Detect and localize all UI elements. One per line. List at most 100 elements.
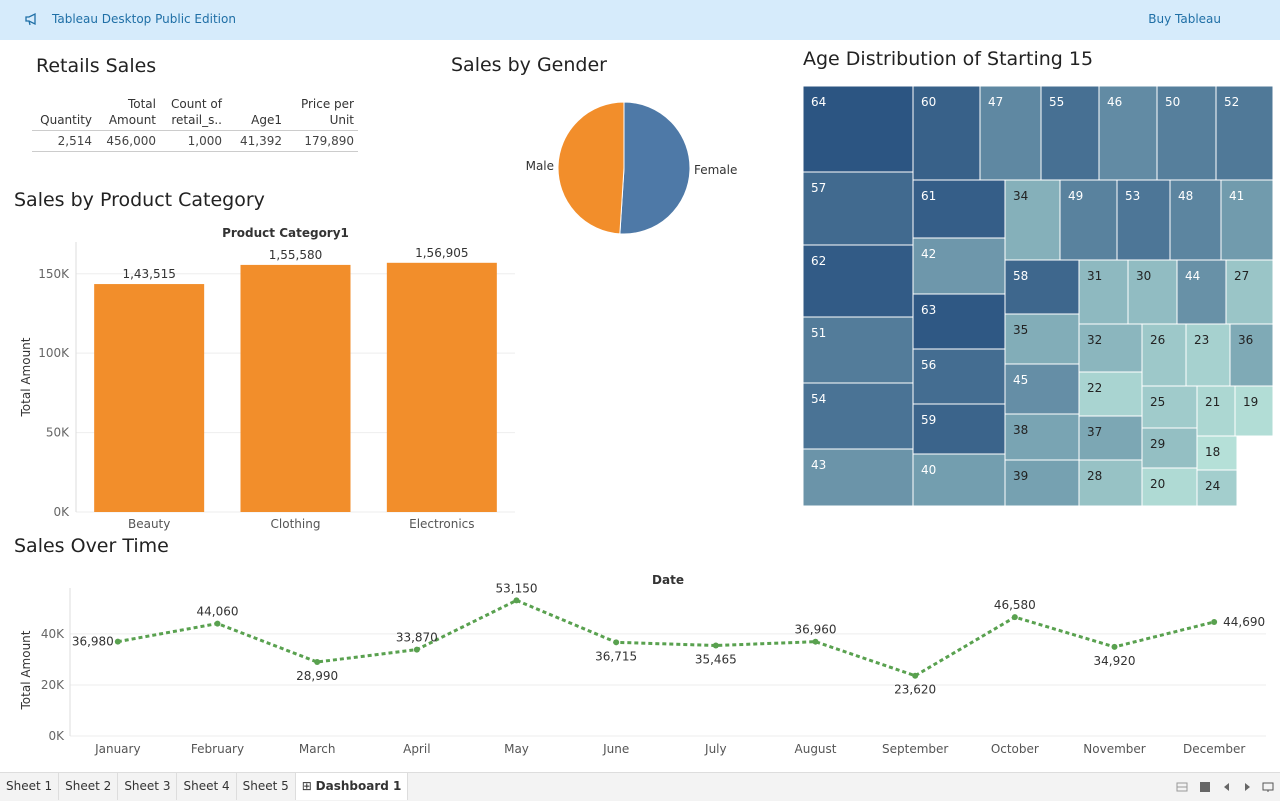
x-tick-label: November [1083,742,1145,756]
kpi-header: Quantity [40,113,92,127]
treemap-tile-label: 38 [1013,423,1028,437]
buy-tableau-link[interactable]: Buy Tableau [1148,12,1221,26]
y-tick-label: 40K [41,627,65,641]
pie-slice-female [619,101,691,235]
treemap-tile-45 [1004,363,1080,415]
kpi-header: Count of retail_s.. [170,97,222,127]
x-tick-label: September [882,742,948,756]
treemap-tile-label: 51 [811,326,826,340]
treemap-tile-label: 45 [1013,373,1028,387]
tab-label: Sheet 3 [124,779,171,793]
kpi-value: 1,000 [160,130,226,152]
treemap-tile-label: 34 [1013,189,1028,203]
treemap-tile-label: 32 [1087,333,1102,347]
x-tick-label: February [191,742,244,756]
treemap-tile-label: 27 [1234,269,1249,283]
app-title: Tableau Desktop Public Edition [52,12,236,26]
treemap-tile-label: 19 [1243,395,1258,409]
tab-sheet-3[interactable]: Sheet 3 [118,773,178,800]
previous-sheet-icon[interactable] [1221,781,1233,793]
line-value-label: 33,870 [396,631,438,645]
y-axis-label: Total Amount [19,337,33,417]
next-sheet-icon[interactable] [1241,781,1253,793]
bar-value-label: 1,56,905 [415,246,468,260]
retail-sales-title: Retails Sales [36,55,157,77]
dashboard-icon: ⊞ [301,779,316,793]
pie-label-female: Female [694,163,737,177]
grid-view-icon[interactable] [1176,781,1188,793]
line-point [912,672,919,679]
x-tick-label: August [795,742,837,756]
tab-label: Sheet 2 [65,779,112,793]
treemap-tile-label: 53 [1125,189,1140,203]
line-point [1211,618,1218,625]
x-tick-label: October [991,742,1039,756]
x-tick-label: June [602,742,629,756]
kpi-header: Total Amount [108,97,156,127]
line-value-label: 44,690 [1223,615,1265,629]
line-value-label: 36,980 [72,635,114,649]
treemap-tile-label: 57 [811,181,826,195]
treemap-tile-label: 59 [921,413,936,427]
line-chart-header: Date [652,573,684,587]
tab-sheet-4[interactable]: Sheet 4 [177,773,237,800]
tab-label: Sheet 5 [242,779,289,793]
treemap-tile-label: 25 [1150,395,1165,409]
y-tick-label: 20K [41,678,65,692]
treemap-tile-label: 56 [921,358,936,372]
tab-sheet-5[interactable]: Sheet 5 [237,773,296,800]
sheet-tabs-bar: Sheet 1 Sheet 2 Sheet 3 Sheet 4 Sheet 5 ⊞ Das… [0,772,1280,801]
treemap-tile-label: 55 [1049,95,1064,109]
tab-label: Dashboard 1 [315,779,402,793]
filmstrip-icon[interactable] [1199,781,1211,793]
treemap-tile-label: 22 [1087,381,1102,395]
treemap-tile-label: 54 [811,392,826,406]
treemap-tile-label: 61 [921,189,936,203]
bar-value-label: 1,55,580 [269,248,322,262]
treemap-tile-label: 29 [1150,437,1165,451]
line-point [413,646,420,653]
treemap-tile-label: 62 [811,254,826,268]
line-value-label: 36,715 [595,649,637,663]
x-tick-label: April [403,742,430,756]
category-chart-title: Sales by Product Category [14,189,265,211]
bar-electronics [386,262,497,512]
treemap-tile-label: 18 [1205,445,1220,459]
presentation-mode-icon[interactable] [1262,781,1274,793]
retail-kpi-table: Quantity Total Amount Count of retail_s.. A… [32,96,358,152]
treemap-tile-label: 41 [1229,189,1244,203]
treemap-tile-59 [912,403,1006,455]
treemap-tile-label: 36 [1238,333,1253,347]
treemap-tile-21 [1196,385,1236,437]
treemap-tile-label: 20 [1150,477,1165,491]
treemap-tile-label: 64 [811,95,826,109]
tab-sheet-1[interactable]: Sheet 1 [0,773,60,800]
treemap-tile-label: 31 [1087,269,1102,283]
pie-slice-male [557,101,625,235]
line-point [712,642,719,649]
time-line-chart: Date 0K 20K 40K Total Amount 36,980 January 44,… [19,573,1266,756]
line-value-label: 36,960 [795,623,837,637]
y-tick-label: 50K [46,426,70,440]
line-point [114,638,121,645]
y-tick-label: 0K [53,505,70,519]
x-tick-label: Electronics [409,517,474,531]
line-point [513,597,520,604]
line-value-label: 23,620 [894,683,936,697]
gender-pie-chart: Female Male [526,101,737,235]
bar-chart-header: Product Category1 [222,226,349,240]
line-value-label: 34,920 [1094,654,1136,668]
treemap-tile-40 [912,453,1006,507]
line-value-label: 53,150 [496,581,538,595]
bar-beauty [94,284,205,512]
treemap-tile-label: 43 [811,458,826,472]
time-chart-title: Sales Over Time [14,535,169,557]
tab-dashboard-1[interactable]: ⊞ Dashboard 1 [295,773,409,800]
treemap-tile-32 [1078,323,1143,373]
line-point [214,620,221,627]
treemap-tile-label: 60 [921,95,936,109]
treemap-tile-label: 35 [1013,323,1028,337]
tab-sheet-2[interactable]: Sheet 2 [59,773,119,800]
line-point [314,659,321,666]
treemap-tile-label: 49 [1068,189,1083,203]
